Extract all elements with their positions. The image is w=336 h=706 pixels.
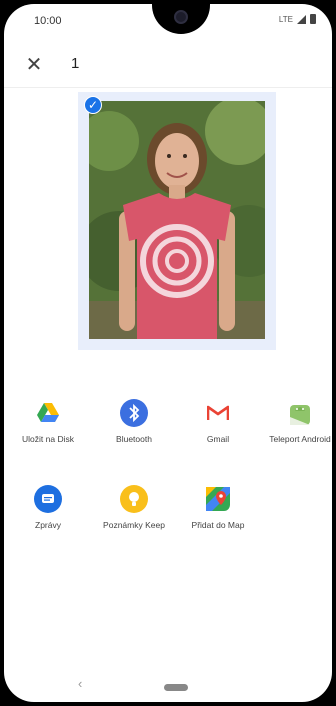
navigation-bar: ‹ [4, 672, 332, 702]
share-target-gmail[interactable]: Gmail [178, 398, 258, 445]
maps-icon [203, 484, 233, 514]
status-icons: LTE [279, 14, 316, 24]
close-button[interactable]: ✕ [22, 52, 46, 76]
share-target-label: Teleport Android [269, 434, 331, 444]
selected-photo-frame[interactable] [78, 92, 276, 350]
battery-icon [310, 14, 316, 24]
share-target-messages[interactable]: Zprávy [8, 484, 88, 531]
share-target-label: Gmail [206, 434, 230, 444]
share-target-drive[interactable]: Uložit na Disk [8, 398, 88, 445]
share-target-keep[interactable]: Poznámky Keep [94, 484, 174, 531]
network-type: LTE [278, 14, 293, 24]
photo-image [89, 101, 265, 339]
share-target-label: Přidat do Map [191, 520, 245, 530]
share-sheet-screen: 10:00 LTE ✕ 1 ✓ Uložit na Disk Bluetooth… [4, 4, 332, 702]
back-icon[interactable]: ‹ [78, 676, 82, 691]
share-target-label: Uložit na Disk [22, 434, 74, 444]
google-drive-icon [33, 398, 63, 428]
selected-check-icon[interactable]: ✓ [84, 96, 102, 114]
share-target-label: Bluetooth [116, 434, 152, 444]
gmail-icon [203, 398, 233, 428]
status-time: 10:00 [34, 15, 62, 27]
signal-icon [297, 14, 306, 24]
share-target-label: Zprávy [35, 520, 61, 530]
bluetooth-icon [119, 398, 149, 428]
share-target-label: Poznámky Keep [103, 520, 165, 530]
selection-toolbar: ✕ 1 [4, 44, 332, 88]
home-button[interactable] [164, 684, 188, 691]
share-target-bluetooth[interactable]: Bluetooth [94, 398, 174, 445]
phone-frame: 10:00 LTE ✕ 1 ✓ Uložit na Disk Bluetooth… [0, 0, 336, 706]
share-target-teleport[interactable]: Teleport Android [260, 398, 332, 445]
front-camera [174, 10, 188, 24]
selected-count: 1 [71, 55, 80, 72]
keep-notes-icon [119, 484, 149, 514]
teleport-android-icon [285, 398, 315, 428]
close-icon: ✕ [25, 53, 43, 76]
share-target-maps[interactable]: Přidat do Map [178, 484, 258, 531]
messages-icon [33, 484, 63, 514]
photo-preview [89, 101, 265, 339]
